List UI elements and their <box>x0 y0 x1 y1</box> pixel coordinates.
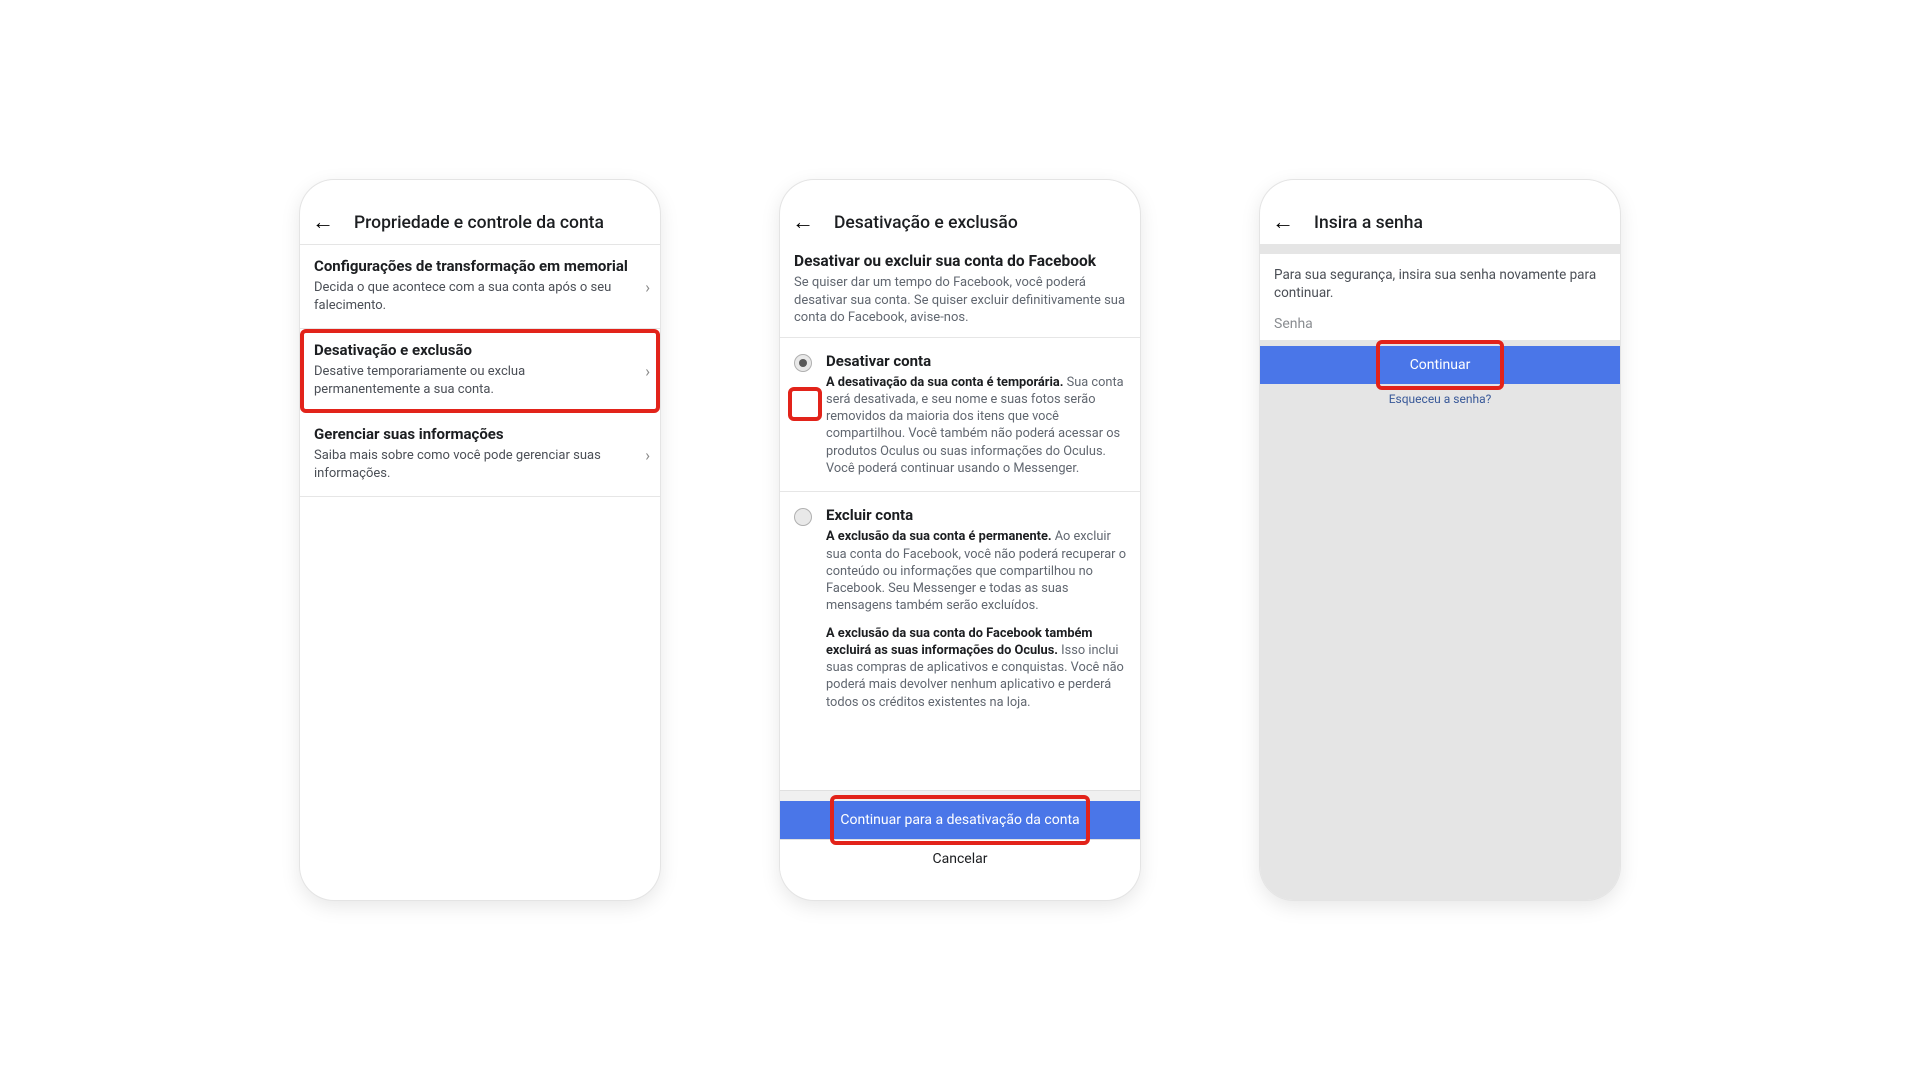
section-desc: Se quiser dar um tempo do Facebook, você… <box>794 274 1126 327</box>
section-heading: Desativar ou excluir sua conta do Facebo… <box>780 244 1140 337</box>
spacer <box>1260 244 1620 254</box>
list-item-desc: Decida o que acontece com a sua conta ap… <box>314 279 646 314</box>
option-title: Desativar conta <box>826 352 1126 370</box>
radio-icon[interactable] <box>794 354 812 372</box>
chevron-right-icon: › <box>645 445 650 464</box>
back-arrow-icon[interactable]: ← <box>312 212 334 234</box>
list-item-manage-info[interactable]: Gerenciar suas informações Saiba mais so… <box>300 413 660 497</box>
continue-button[interactable]: Continuar <box>1260 346 1620 384</box>
back-arrow-icon[interactable]: ← <box>1272 212 1294 234</box>
option-delete[interactable]: Excluir conta A exclusão da sua conta é … <box>780 491 1140 725</box>
continue-deactivation-button[interactable]: Continuar para a desativação da conta <box>780 801 1140 839</box>
screen-2-content: ← Desativação e exclusão Desativar ou ex… <box>780 202 1140 878</box>
header: ← Desativação e exclusão <box>780 202 1140 244</box>
list-item-memorial[interactable]: Configurações de transformação em memori… <box>300 245 660 329</box>
option-desc: A desativação da sua conta é temporária.… <box>826 374 1126 478</box>
option-desc-2: A exclusão da sua conta do Facebook tamb… <box>826 625 1126 711</box>
phone-screen-3: ← Insira a senha Para sua segurança, ins… <box>1260 180 1620 900</box>
page-title: Desativação e exclusão <box>834 213 1018 233</box>
security-message: Para sua segurança, insira sua senha nov… <box>1274 266 1606 302</box>
list-item-desc: Saiba mais sobre como você pode gerencia… <box>314 447 646 482</box>
radio-icon[interactable] <box>794 508 812 526</box>
page-title: Propriedade e controle da conta <box>354 213 604 233</box>
header: ← Insira a senha <box>1260 202 1620 244</box>
section-title: Desativar ou excluir sua conta do Facebo… <box>794 252 1126 270</box>
list-item-title: Configurações de transformação em memori… <box>314 257 646 275</box>
phone-screen-2: ← Desativação e exclusão Desativar ou ex… <box>780 180 1140 900</box>
option-deactivate[interactable]: Desativar conta A desativação da sua con… <box>780 337 1140 492</box>
list-item-desc: Desative temporariamente ou exclua perma… <box>314 363 646 398</box>
list-item-title: Gerenciar suas informações <box>314 425 646 443</box>
password-card: Para sua segurança, insira sua senha nov… <box>1260 254 1620 340</box>
password-field[interactable]: Senha <box>1274 316 1606 332</box>
option-desc: A exclusão da sua conta é permanente. Ao… <box>826 528 1126 614</box>
chevron-right-icon: › <box>645 277 650 296</box>
list-item-deactivation[interactable]: Desativação e exclusão Desative temporar… <box>300 329 660 413</box>
list-item-title: Desativação e exclusão <box>314 341 646 359</box>
screen-3-content: ← Insira a senha Para sua segurança, ins… <box>1260 202 1620 900</box>
phone-screen-1: ← Propriedade e controle da conta Config… <box>300 180 660 900</box>
header: ← Propriedade e controle da conta <box>300 202 660 244</box>
page-title: Insira a senha <box>1314 213 1423 233</box>
back-arrow-icon[interactable]: ← <box>792 212 814 234</box>
footer: Continuar para a desativação da conta Ca… <box>780 790 1140 878</box>
forgot-password-link[interactable]: Esqueceu a senha? <box>1260 384 1620 414</box>
cancel-button[interactable]: Cancelar <box>780 839 1140 878</box>
option-title: Excluir conta <box>826 506 1126 524</box>
chevron-right-icon: › <box>645 361 650 380</box>
screen-1-content: ← Propriedade e controle da conta Config… <box>300 202 660 878</box>
